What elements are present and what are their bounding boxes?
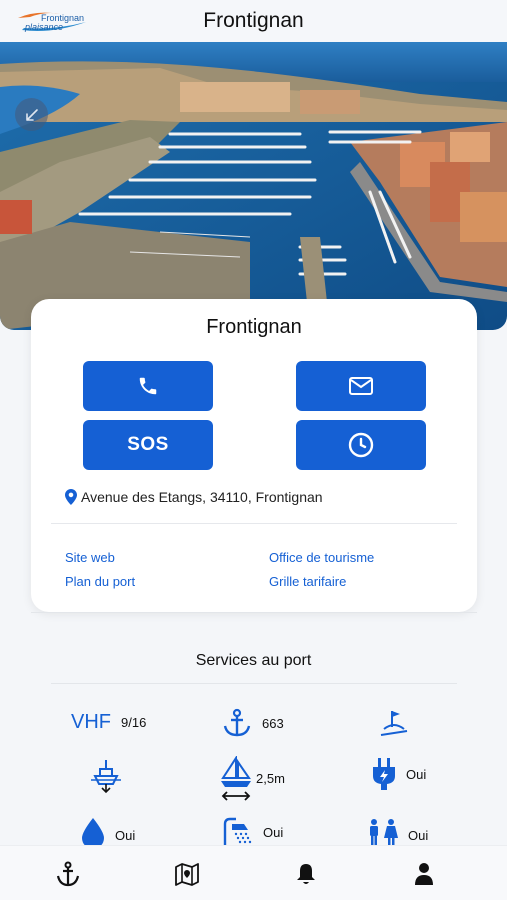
harbor-plan-link[interactable]: Plan du port bbox=[65, 574, 135, 589]
map-icon bbox=[175, 863, 199, 886]
toilets-icon bbox=[370, 819, 398, 846]
fuel-value: Oui bbox=[115, 828, 136, 843]
nav-profile[interactable] bbox=[410, 860, 438, 888]
mail-icon bbox=[349, 377, 373, 395]
app-header: Frontignan plaisance Frontignan bbox=[0, 0, 507, 42]
services-divider bbox=[51, 683, 457, 684]
fuel-drop-icon bbox=[82, 818, 104, 846]
call-button[interactable] bbox=[83, 361, 213, 411]
back-arrow-icon bbox=[25, 108, 38, 121]
bell-icon bbox=[297, 864, 315, 884]
opening-hours-button[interactable] bbox=[296, 420, 426, 470]
boat-lift-icon bbox=[91, 760, 121, 794]
anchor-icon bbox=[56, 861, 80, 887]
back-button[interactable] bbox=[15, 98, 48, 131]
email-button[interactable] bbox=[296, 361, 426, 411]
sailboat-draft-icon bbox=[221, 756, 251, 801]
vhf-label: VHF bbox=[71, 711, 111, 733]
services-title: Services au port bbox=[195, 652, 312, 669]
anchor-icon bbox=[223, 708, 251, 737]
nav-port[interactable] bbox=[54, 860, 82, 888]
draft-value: 2,5m bbox=[256, 771, 285, 786]
vhf-value: 9/16 bbox=[121, 715, 147, 730]
sos-button[interactable]: SOS bbox=[83, 420, 213, 470]
bottom-navigation bbox=[0, 845, 507, 900]
shower-icon bbox=[223, 817, 252, 846]
card-divider bbox=[51, 523, 457, 524]
port-aerial-photo bbox=[0, 42, 507, 330]
sos-label: SOS bbox=[127, 434, 169, 455]
electricity-value: Oui bbox=[406, 767, 427, 782]
nav-notifications[interactable] bbox=[292, 860, 320, 888]
website-link[interactable]: Site web bbox=[65, 550, 115, 565]
section-separator bbox=[31, 612, 477, 613]
moorings-value: 663 bbox=[262, 716, 284, 731]
electric-plug-icon bbox=[373, 758, 395, 790]
clock-icon bbox=[348, 432, 374, 458]
price-grid-link[interactable]: Grille tarifaire bbox=[269, 574, 346, 589]
port-name: Frontignan bbox=[206, 316, 302, 338]
slipway-icon bbox=[380, 711, 408, 736]
nav-map[interactable] bbox=[173, 860, 201, 888]
toilets-value: Oui bbox=[408, 828, 429, 843]
location-pin-icon bbox=[65, 489, 77, 505]
port-info-card: Frontignan SOS Avenue des Etangs, 34110,… bbox=[31, 299, 477, 612]
phone-icon bbox=[139, 377, 157, 395]
user-icon bbox=[415, 863, 433, 885]
page-title: Frontignan bbox=[203, 9, 304, 32]
port-address: Avenue des Etangs, 34110, Frontignan bbox=[65, 489, 323, 505]
tourism-office-link[interactable]: Office de tourisme bbox=[269, 550, 374, 565]
address-text: Avenue des Etangs, 34110, Frontignan bbox=[81, 489, 323, 505]
showers-value: Oui bbox=[263, 825, 284, 840]
